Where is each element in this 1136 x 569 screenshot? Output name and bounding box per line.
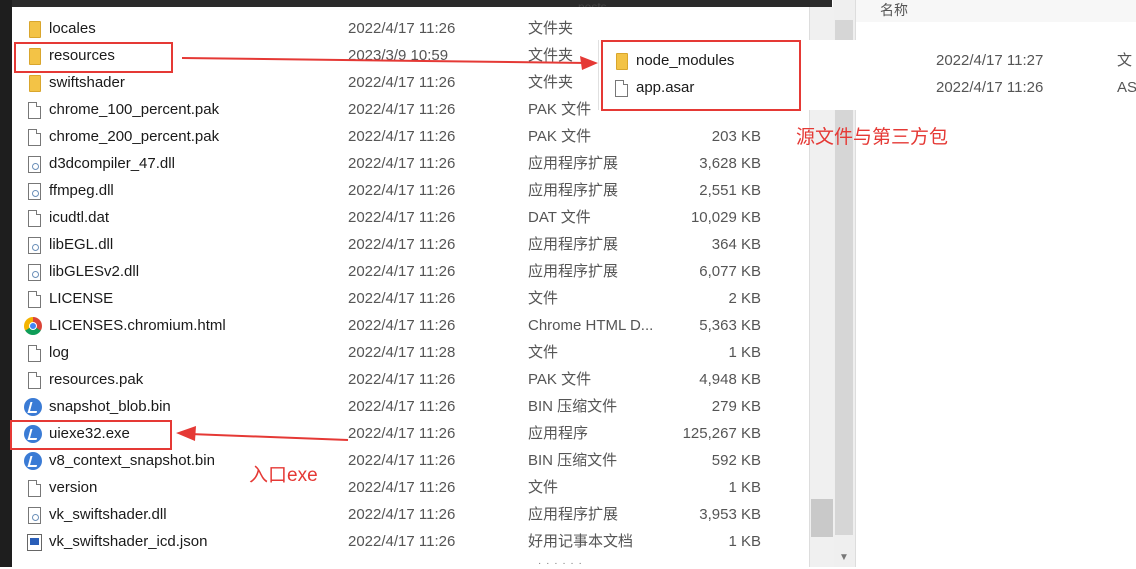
arrow-line-resources (181, 57, 589, 64)
annotation-arrows (176, 56, 598, 441)
annotation-source-label: 源文件与第三方包 (796, 127, 949, 148)
arrow-line-exe (189, 433, 349, 441)
arrow-head-exe (176, 426, 196, 441)
arrow-head-resources (580, 56, 598, 70)
annotation-entry-label: 入口exe (249, 465, 318, 486)
